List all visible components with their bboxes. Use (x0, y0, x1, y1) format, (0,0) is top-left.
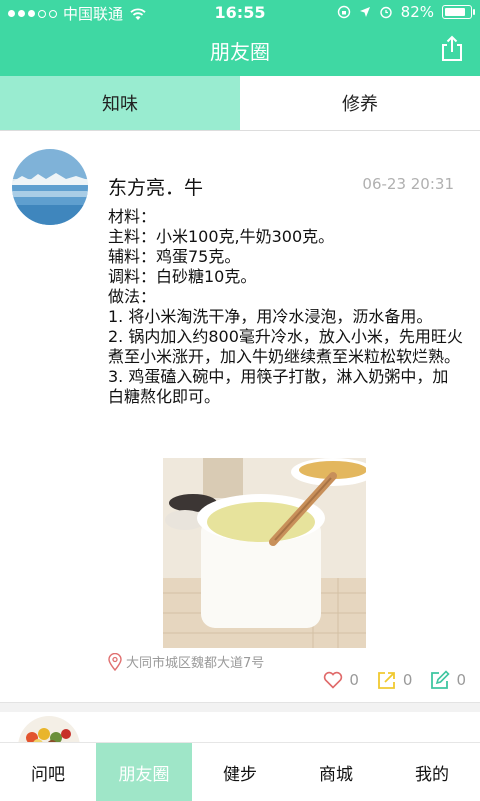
nav-item-pengyouquan[interactable]: 朋友圈 (96, 743, 192, 801)
content-line: 主料：小米100克,牛奶300克。 (108, 227, 335, 246)
tab-zhiwei[interactable]: 知味 (0, 76, 240, 130)
post-photo[interactable] (163, 458, 366, 648)
author-name[interactable]: 东方亮．牛 (108, 173, 203, 200)
nav-item-jianbu[interactable]: 健步 (192, 743, 288, 801)
nav-item-wode[interactable]: 我的 (384, 743, 480, 801)
tab-xiuyang[interactable]: 修养 (240, 76, 480, 130)
nav-item-wenba[interactable]: 问吧 (0, 743, 96, 801)
category-tabs: 知味 修养 (0, 76, 480, 131)
location-arrow-icon (359, 7, 370, 17)
next-post-avatar (18, 716, 80, 742)
bottom-navigation: 问吧 朋友圈 健步 商城 我的 (0, 742, 480, 801)
location-pin-icon (108, 652, 122, 671)
forward-icon (378, 672, 395, 689)
post-location[interactable]: 大同市城区魏都大道7号 (108, 652, 264, 671)
post-content: 材料： 主料：小米100克,牛奶300克。 辅料：鸡蛋75克。 调料：白砂糖10… (108, 207, 463, 407)
content-line: 3. 鸡蛋磕入碗中，用筷子打散，淋入奶粥中，加白糖熬化即可。 (108, 367, 449, 406)
comment-button[interactable]: 0 (430, 670, 466, 690)
alarm-icon (379, 6, 392, 19)
content-line: 调料：白砂糖10克。 (108, 267, 257, 286)
battery-percent: 82% (400, 3, 434, 21)
comment-count: 0 (456, 671, 466, 689)
post-actions: 0 0 0 (323, 670, 466, 690)
post-card: 东方亮．牛 06-23 20:31 材料： 主料：小米100克,牛奶300克。 … (0, 131, 480, 703)
forward-count: 0 (402, 671, 413, 689)
content-line: 做法： (108, 287, 157, 306)
content-line: 材料： (108, 207, 157, 226)
app-header: 中国联通 16:55 82% 朋友圈 (0, 0, 480, 76)
content-line: 1. 将小米淘洗干净，用冷水浸泡，沥水备用。 (108, 307, 433, 326)
status-right: 82% (337, 3, 475, 21)
author-avatar[interactable] (12, 149, 88, 225)
battery-icon (442, 5, 475, 19)
post-time: 06-23 20:31 (362, 175, 454, 193)
status-bar: 中国联通 16:55 82% (0, 0, 480, 24)
heart-icon (324, 671, 343, 689)
rotation-lock-icon (337, 5, 350, 19)
like-count: 0 (349, 671, 359, 689)
next-post-preview[interactable] (0, 712, 480, 742)
like-button[interactable]: 0 (323, 671, 359, 689)
content-line: 辅料：鸡蛋75克。 (108, 247, 241, 266)
content-line: 2. 锅内加入约800毫升冷水，放入小米，先用旺火煮至小米涨开，加入牛奶继续煮至… (108, 327, 463, 366)
share-button[interactable] (438, 34, 466, 62)
page-title: 朋友圈 (210, 40, 270, 64)
nav-item-shangcheng[interactable]: 商城 (288, 743, 384, 801)
edit-icon (431, 670, 451, 689)
forward-button[interactable]: 0 (377, 670, 413, 690)
location-text: 大同市城区魏都大道7号 (126, 656, 265, 671)
